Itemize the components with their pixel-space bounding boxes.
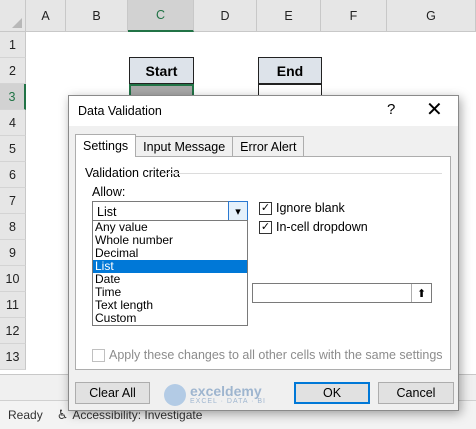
tab-input-message[interactable]: Input Message <box>135 136 234 157</box>
ok-button[interactable]: OK <box>294 382 370 404</box>
in-cell-dropdown-label: In-cell dropdown <box>276 220 368 234</box>
row-header-12[interactable]: 12 <box>0 318 26 344</box>
exceldemy-logo-icon <box>164 384 186 406</box>
checkbox-unchecked-icon[interactable] <box>92 348 105 362</box>
dialog-titlebar[interactable]: Data Validation ? ✕ <box>69 96 458 126</box>
ignore-blank-checkbox[interactable]: ✓ Ignore blank <box>259 201 345 215</box>
column-header-c[interactable]: C <box>128 0 194 32</box>
checkbox-checked-icon[interactable]: ✓ <box>259 201 272 215</box>
source-input[interactable]: ⬆ <box>252 283 432 303</box>
data-validation-dialog: Data Validation ? ✕ Settings Input Messa… <box>68 95 459 411</box>
checkbox-checked-icon[interactable]: ✓ <box>259 220 272 234</box>
clear-all-button[interactable]: Clear All <box>75 382 150 404</box>
allow-selected-value: List <box>97 205 117 219</box>
chevron-down-icon[interactable]: ▾ <box>228 201 248 221</box>
in-cell-dropdown-checkbox[interactable]: ✓ In-cell dropdown <box>259 220 368 234</box>
start-cell[interactable]: Start <box>129 57 194 84</box>
dialog-tabs: Settings Input Message Error Alert <box>75 134 305 157</box>
ignore-blank-label: Ignore blank <box>276 201 345 215</box>
allow-select[interactable]: List ▾ <box>92 201 248 221</box>
section-divider <box>162 173 442 174</box>
apply-changes-label: Apply these changes to all other cells w… <box>109 348 443 362</box>
column-header-e[interactable]: E <box>257 0 321 32</box>
tab-settings[interactable]: Settings <box>75 134 137 157</box>
column-header-b[interactable]: B <box>66 0 128 32</box>
row-header-13[interactable]: 13 <box>0 344 26 370</box>
range-select-icon[interactable]: ⬆ <box>411 284 431 302</box>
status-ready: Ready <box>8 408 43 422</box>
column-header-f[interactable]: F <box>321 0 387 32</box>
allow-label: Allow: <box>92 185 126 199</box>
tab-error-alert[interactable]: Error Alert <box>232 136 305 157</box>
watermark-name: exceldemy <box>190 383 262 399</box>
watermark-tagline: EXCEL · DATA · BI <box>190 398 266 405</box>
column-header-g[interactable]: G <box>387 0 476 32</box>
row-header-7[interactable]: 7 <box>0 188 26 214</box>
row-header-6[interactable]: 6 <box>0 162 26 188</box>
exceldemy-watermark: exceldemy EXCEL · DATA · BI <box>164 384 266 406</box>
dropdown-option-custom[interactable]: Custom <box>93 312 247 325</box>
column-header-d[interactable]: D <box>194 0 257 32</box>
row-header-8[interactable]: 8 <box>0 214 26 240</box>
close-icon[interactable]: ✕ <box>426 97 443 122</box>
row-header-5[interactable]: 5 <box>0 136 26 162</box>
cancel-button[interactable]: Cancel <box>378 382 454 404</box>
row-header-1[interactable]: 1 <box>0 32 26 58</box>
row-header-2[interactable]: 2 <box>0 58 26 84</box>
column-header-a[interactable]: A <box>26 0 66 32</box>
end-cell[interactable]: End <box>258 57 322 84</box>
dropdown-option-decimal[interactable]: Decimal <box>93 247 247 260</box>
apply-changes-checkbox[interactable]: Apply these changes to all other cells w… <box>92 348 443 362</box>
select-all-corner[interactable] <box>0 0 26 32</box>
help-icon[interactable]: ? <box>387 101 395 118</box>
allow-dropdown-list[interactable]: Any value Whole number Decimal List Date… <box>92 220 248 326</box>
dialog-title: Data Validation <box>78 104 162 118</box>
accessibility-icon: ♿ <box>56 407 69 422</box>
row-header-3[interactable]: 3 <box>0 84 26 110</box>
column-headers: A B C D E F G <box>26 0 476 32</box>
row-header-11[interactable]: 11 <box>0 292 26 318</box>
row-header-9[interactable]: 9 <box>0 240 26 266</box>
row-header-4[interactable]: 4 <box>0 110 26 136</box>
row-header-10[interactable]: 10 <box>0 266 26 292</box>
